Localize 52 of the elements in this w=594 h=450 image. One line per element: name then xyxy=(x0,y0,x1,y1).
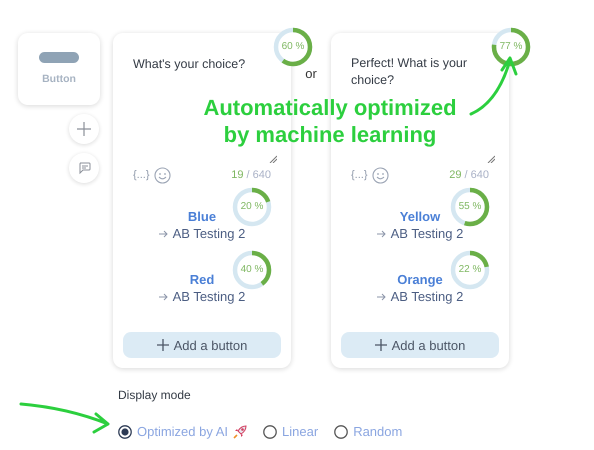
progress-ring xyxy=(450,250,490,290)
progress-ring xyxy=(232,250,272,290)
resize-handle-icon[interactable] xyxy=(269,155,277,163)
radio-option[interactable]: Optimized by AI xyxy=(118,424,248,439)
character-counter: 19 / 640 xyxy=(231,169,271,181)
arrow-icon xyxy=(158,293,168,301)
add-button[interactable]: Add a button xyxy=(123,332,281,358)
variable-button[interactable]: {...} xyxy=(351,169,368,181)
arrow-icon xyxy=(376,293,386,301)
character-counter: 29 / 640 xyxy=(449,169,489,181)
arrow-icon xyxy=(158,230,168,238)
target-label: AB Testing 2 xyxy=(172,288,246,306)
tile-label: Button xyxy=(42,73,76,85)
percentage-label: 60 % xyxy=(282,41,304,53)
resize-handle-icon[interactable] xyxy=(487,155,495,163)
smiley-icon[interactable] xyxy=(372,166,389,184)
question-text[interactable]: What's your choice? xyxy=(133,56,246,73)
target-label: AB Testing 2 xyxy=(172,225,246,243)
percentage-label: 22 % xyxy=(458,264,482,276)
section-label: Display mode xyxy=(118,388,192,402)
percentage-label: 20 % xyxy=(240,201,264,213)
arrow-icon xyxy=(376,230,386,238)
choice-label: Blue xyxy=(188,209,216,225)
target-label: AB Testing 2 xyxy=(390,288,464,306)
annotation-text: Automatically optimized by machine learning xyxy=(202,94,458,148)
radio-icon[interactable] xyxy=(334,424,348,438)
radio-icon[interactable] xyxy=(263,424,278,438)
target-label: AB Testing 2 xyxy=(390,225,464,243)
plus-icon xyxy=(77,122,91,136)
button-block-tile[interactable]: Button xyxy=(18,33,100,105)
radio-option[interactable]: Linear xyxy=(263,424,318,439)
percentage-label: 55 % xyxy=(458,201,482,213)
choice-label: Yellow xyxy=(400,209,440,225)
variable-button[interactable]: {...} xyxy=(133,169,150,181)
percentage-label: 40 % xyxy=(240,264,264,276)
choice-label: Red xyxy=(190,272,214,288)
progress-ring xyxy=(450,188,490,226)
question-text[interactable]: Perfect! What is your choice? xyxy=(351,55,489,89)
separator-text: or xyxy=(304,66,318,81)
speech-bubble-icon xyxy=(78,162,90,174)
add-block-button[interactable] xyxy=(69,114,99,144)
button-shape-icon xyxy=(39,52,79,63)
add-button[interactable]: Add a button xyxy=(341,332,499,358)
plus-icon xyxy=(156,339,169,351)
plus-icon xyxy=(374,339,387,351)
choice-label: Orange xyxy=(397,272,443,288)
radio-option[interactable]: Random xyxy=(334,424,402,439)
smiley-icon[interactable] xyxy=(154,166,171,184)
comment-button[interactable] xyxy=(69,153,99,183)
progress-ring xyxy=(232,188,272,226)
radio-icon[interactable] xyxy=(118,424,132,438)
percentage-label: 77 % xyxy=(500,41,522,53)
